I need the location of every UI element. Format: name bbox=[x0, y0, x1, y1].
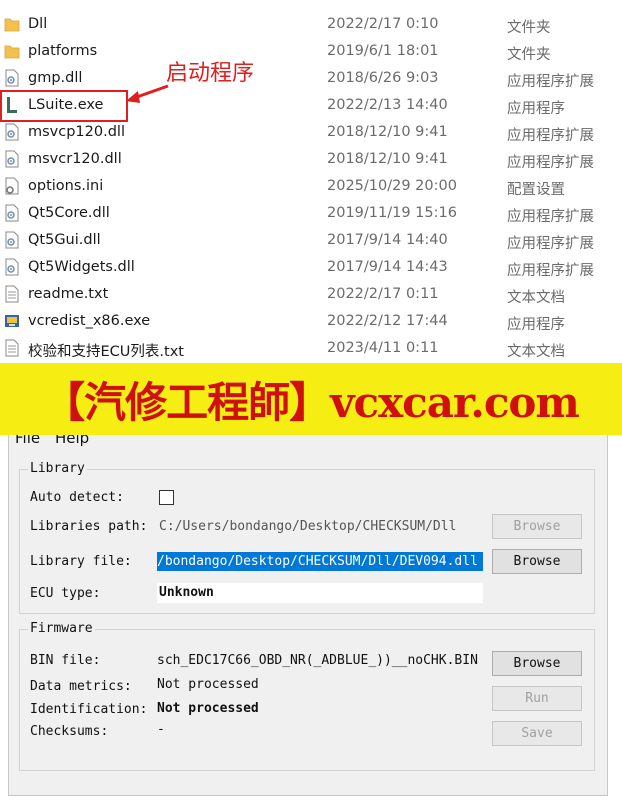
file-type: 应用程序扩展 bbox=[507, 209, 594, 225]
library-file-field[interactable]: /bondango/Desktop/CHECKSUM/Dll/DEV094.dl… bbox=[157, 552, 483, 571]
file-row[interactable]: Dll 2022/2/17 0:10 文件夹 bbox=[0, 12, 622, 39]
file-date: 2025/10/29 20:00 bbox=[327, 178, 457, 194]
file-type: 应用程序扩展 bbox=[507, 74, 594, 90]
file-date: 2018/12/10 9:41 bbox=[327, 151, 448, 167]
file-name: readme.txt bbox=[28, 286, 109, 302]
bin-file-field[interactable]: sch_EDC17C66_OBD_NR(_ADBLUE_))__noCHK.BI… bbox=[157, 653, 483, 668]
file-date: 2023/4/11 0:11 bbox=[327, 340, 439, 356]
dll-icon bbox=[4, 68, 20, 88]
file-date: 2017/9/14 14:43 bbox=[327, 259, 448, 275]
file-type: 应用程序扩展 bbox=[507, 263, 594, 279]
checksum-app-window: File Help Library Auto detect: Libraries… bbox=[8, 384, 608, 796]
dll-icon bbox=[4, 203, 20, 223]
file-name: gmp.dll bbox=[28, 70, 83, 86]
identification-label: Identification: bbox=[30, 702, 148, 717]
libraries-path-label: Libraries path: bbox=[30, 519, 148, 534]
file-row[interactable]: msvcp120.dll 2018/12/10 9:41 应用程序扩展 bbox=[0, 120, 622, 147]
file-row[interactable]: options.ini 2025/10/29 20:00 配置设置 bbox=[0, 174, 622, 201]
file-type: 应用程序扩展 bbox=[507, 155, 594, 171]
checksums-value: - bbox=[157, 722, 165, 737]
file-type: 文本文档 bbox=[507, 290, 565, 306]
file-date: 2022/2/12 17:44 bbox=[327, 313, 448, 329]
text-file-icon bbox=[4, 338, 20, 358]
identification-value: Not processed bbox=[157, 701, 259, 716]
watermark-text: 【汽修工程師】vcxcar.com bbox=[43, 378, 580, 427]
library-file-browse-button[interactable]: Browse bbox=[492, 549, 582, 574]
file-row[interactable]: vcredist_x86.exe 2022/2/12 17:44 应用程序 bbox=[0, 309, 622, 336]
file-date: 2019/6/1 18:01 bbox=[327, 43, 439, 59]
installer-icon bbox=[4, 311, 20, 331]
file-row[interactable]: Qt5Core.dll 2019/11/19 15:16 应用程序扩展 bbox=[0, 201, 622, 228]
file-type: 文本文档 bbox=[507, 344, 565, 360]
file-list: Dll 2022/2/17 0:10 文件夹 platforms 2019/6/1 18… bbox=[0, 12, 622, 363]
run-button[interactable]: Run bbox=[492, 686, 582, 711]
file-row[interactable]: readme.txt 2022/2/17 0:11 文本文档 bbox=[0, 282, 622, 309]
file-type: 文件夹 bbox=[507, 20, 551, 36]
ini-icon bbox=[4, 176, 20, 196]
file-type: 应用程序 bbox=[507, 101, 565, 117]
file-type: 应用程序扩展 bbox=[507, 236, 594, 252]
file-name: Qt5Gui.dll bbox=[28, 232, 101, 248]
file-row[interactable]: Qt5Gui.dll 2017/9/14 14:40 应用程序扩展 bbox=[0, 228, 622, 255]
file-row[interactable]: msvcr120.dll 2018/12/10 9:41 应用程序扩展 bbox=[0, 147, 622, 174]
callout-arrow-icon bbox=[126, 84, 169, 103]
ecu-type-label: ECU type: bbox=[30, 586, 101, 601]
data-metrics-value: Not processed bbox=[157, 677, 259, 692]
file-name: platforms bbox=[28, 43, 98, 59]
file-type: 配置设置 bbox=[507, 182, 565, 198]
file-type: 应用程序扩展 bbox=[507, 128, 594, 144]
libraries-path-field[interactable]: C:/Users/bondango/Desktop/CHECKSUM/Dll bbox=[159, 519, 479, 534]
bin-file-label: BIN file: bbox=[30, 653, 101, 668]
library-group-title: Library bbox=[28, 461, 87, 476]
file-date: 2019/11/19 15:16 bbox=[327, 205, 457, 221]
highlight-box bbox=[0, 90, 128, 122]
callout-label: 启动程序 bbox=[166, 61, 255, 86]
file-name: Qt5Widgets.dll bbox=[28, 259, 135, 275]
file-date: 2022/2/17 0:11 bbox=[327, 286, 439, 302]
bin-file-browse-button[interactable]: Browse bbox=[492, 651, 582, 676]
folder-icon bbox=[4, 14, 20, 34]
file-row[interactable]: 校验和支持ECU列表.txt 2023/4/11 0:11 文本文档 bbox=[0, 336, 622, 363]
checksums-label: Checksums: bbox=[30, 724, 109, 739]
file-date: 2022/2/13 14:40 bbox=[327, 97, 448, 113]
file-row[interactable]: gmp.dll 2018/6/26 9:03 应用程序扩展 bbox=[0, 66, 622, 93]
file-name: Dll bbox=[28, 16, 48, 32]
firmware-group: Firmware BIN file: sch_EDC17C66_OBD_NR(_… bbox=[19, 621, 595, 771]
libraries-path-browse-button[interactable]: Browse bbox=[492, 514, 582, 539]
file-name: 校验和支持ECU列表.txt bbox=[28, 344, 184, 360]
dll-icon bbox=[4, 149, 20, 169]
file-name: vcredist_x86.exe bbox=[28, 313, 151, 329]
data-metrics-label: Data metrics: bbox=[30, 679, 132, 694]
library-group: Library Auto detect: Libraries path: C:/… bbox=[19, 461, 595, 614]
file-date: 2017/9/14 14:40 bbox=[327, 232, 448, 248]
firmware-group-title: Firmware bbox=[28, 621, 95, 636]
text-file-icon bbox=[4, 284, 20, 304]
auto-detect-label: Auto detect: bbox=[30, 490, 124, 505]
file-name: msvcr120.dll bbox=[28, 151, 122, 167]
file-name: options.ini bbox=[28, 178, 104, 194]
dll-icon bbox=[4, 257, 20, 277]
dll-icon bbox=[4, 122, 20, 142]
file-type: 文件夹 bbox=[507, 47, 551, 63]
file-row[interactable]: platforms 2019/6/1 18:01 文件夹 bbox=[0, 39, 622, 66]
file-row[interactable]: Qt5Widgets.dll 2017/9/14 14:43 应用程序扩展 bbox=[0, 255, 622, 282]
folder-icon bbox=[4, 41, 20, 61]
auto-detect-checkbox[interactable] bbox=[159, 490, 174, 505]
file-date: 2018/6/26 9:03 bbox=[327, 70, 439, 86]
file-name: Qt5Core.dll bbox=[28, 205, 110, 221]
dll-icon bbox=[4, 230, 20, 250]
file-date: 2022/2/17 0:10 bbox=[327, 16, 439, 32]
save-button[interactable]: Save bbox=[492, 721, 582, 746]
watermark-banner: 【汽修工程師】vcxcar.com bbox=[0, 363, 622, 435]
library-file-label: Library file: bbox=[30, 554, 132, 569]
file-date: 2018/12/10 9:41 bbox=[327, 124, 448, 140]
file-name: msvcp120.dll bbox=[28, 124, 125, 140]
ecu-type-field[interactable]: Unknown bbox=[157, 583, 483, 603]
file-type: 应用程序 bbox=[507, 317, 565, 333]
